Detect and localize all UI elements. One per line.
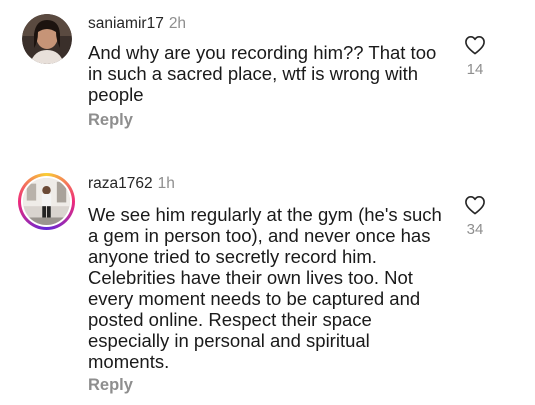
avatar-photo	[22, 14, 72, 64]
reply-button[interactable]: Reply	[88, 111, 133, 130]
like-button[interactable]: 34	[455, 195, 495, 238]
reply-button[interactable]: Reply	[88, 376, 133, 395]
like-button[interactable]: 14	[455, 35, 495, 78]
heart-outline-icon[interactable]	[464, 195, 486, 215]
comment-item: saniamir17 2h And why are you recording h…	[0, 0, 535, 150]
avatar-story-ring[interactable]	[18, 173, 75, 230]
comment-meta: raza1762 1h	[88, 175, 175, 193]
avatar[interactable]	[22, 14, 72, 64]
comment-text: And why are you recording him?? That too…	[88, 42, 437, 105]
avatar	[21, 176, 72, 227]
username[interactable]: raza1762	[88, 175, 153, 192]
comment-item: raza1762 1h We see him regularly at the g…	[0, 160, 535, 405]
timestamp: 2h	[168, 15, 187, 32]
like-count: 34	[466, 221, 484, 238]
like-count: 14	[466, 61, 484, 78]
comment-meta: saniamir17 2h	[88, 15, 186, 33]
comment-text: We see him regularly at the gym (he's su…	[88, 204, 442, 372]
timestamp: 1h	[157, 175, 175, 192]
avatar-photo	[23, 178, 70, 225]
heart-outline-icon[interactable]	[464, 35, 486, 55]
username[interactable]: saniamir17	[88, 15, 164, 32]
